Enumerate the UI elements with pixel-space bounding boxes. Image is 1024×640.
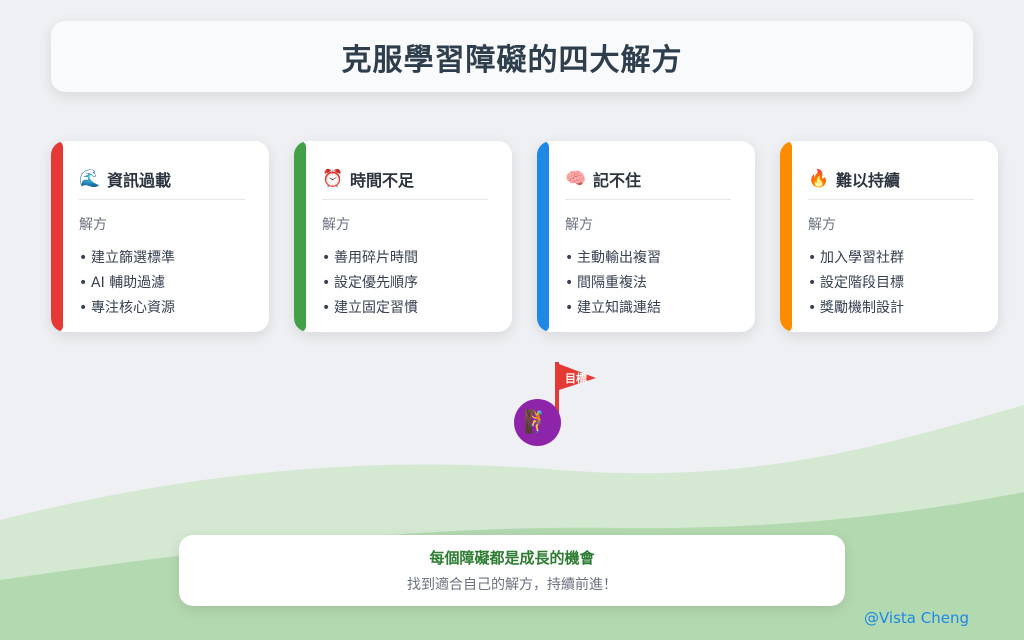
list-item: • 善用碎片時間 xyxy=(322,250,418,266)
card-accent-bar xyxy=(294,141,306,332)
footer-sub-text: 找到適合自己的解方，持續前進！ xyxy=(407,577,617,593)
title-banner: 克服學習障礙的四大解方 xyxy=(51,21,973,92)
card-info-overload: 🌊 資訊過載 解方 • 建立篩選標準 • AI 輔助過濾 • 專注核心資源 xyxy=(51,141,269,332)
climber-icon: 🧗 xyxy=(514,399,561,446)
wave-icon: 🌊 xyxy=(79,169,101,189)
card-title: 資訊過載 xyxy=(107,171,172,190)
list-item: • 建立固定習慣 xyxy=(322,300,418,316)
card-label: 解方 xyxy=(565,217,593,233)
card-divider xyxy=(79,199,245,200)
card-accent-bar xyxy=(537,141,549,332)
list-item: • 建立知識連結 xyxy=(565,300,661,316)
card-label: 解方 xyxy=(322,217,350,233)
list-item: • 間隔重複法 xyxy=(565,275,647,291)
card-divider xyxy=(322,199,488,200)
footer-main-text: 每個障礙都是成長的機會 xyxy=(429,549,595,567)
card-title: 記不住 xyxy=(593,171,642,190)
card-accent-bar xyxy=(51,141,63,332)
card-cant-remember: 🧠 記不住 解方 • 主動輸出複習 • 間隔重複法 • 建立知識連結 xyxy=(537,141,755,332)
card-divider xyxy=(808,199,974,200)
fire-icon: 🔥 xyxy=(808,169,830,189)
card-title: 時間不足 xyxy=(350,171,415,190)
avatar-emoji: 🧗 xyxy=(523,410,552,435)
card-title: 難以持續 xyxy=(836,171,901,190)
footer-message: 每個障礙都是成長的機會 找到適合自己的解方，持續前進！ xyxy=(179,535,845,606)
list-item: • 建立篩選標準 xyxy=(79,250,175,266)
list-item: • AI 輔助過濾 xyxy=(79,275,166,291)
list-item: • 專注核心資源 xyxy=(79,300,175,316)
list-item: • 設定階段目標 xyxy=(808,275,904,291)
author-credit: @Vista Cheng xyxy=(864,609,969,627)
card-label: 解方 xyxy=(808,217,836,233)
brain-icon: 🧠 xyxy=(565,169,587,189)
flag-label: 目標 xyxy=(565,371,587,385)
list-item: • 加入學習社群 xyxy=(808,250,904,266)
alarm-clock-icon: ⏰ xyxy=(322,169,344,189)
card-accent-bar xyxy=(780,141,792,332)
page-title: 克服學習障礙的四大解方 xyxy=(341,42,683,78)
card-divider xyxy=(565,199,731,200)
list-item: • 獎勵機制設計 xyxy=(808,300,904,316)
card-hard-to-persist: 🔥 難以持續 解方 • 加入學習社群 • 設定階段目標 • 獎勵機制設計 xyxy=(780,141,998,332)
card-label: 解方 xyxy=(79,217,107,233)
list-item: • 設定優先順序 xyxy=(322,275,418,291)
card-time-shortage: ⏰ 時間不足 解方 • 善用碎片時間 • 設定優先順序 • 建立固定習慣 xyxy=(294,141,512,332)
list-item: • 主動輸出複習 xyxy=(565,250,661,266)
